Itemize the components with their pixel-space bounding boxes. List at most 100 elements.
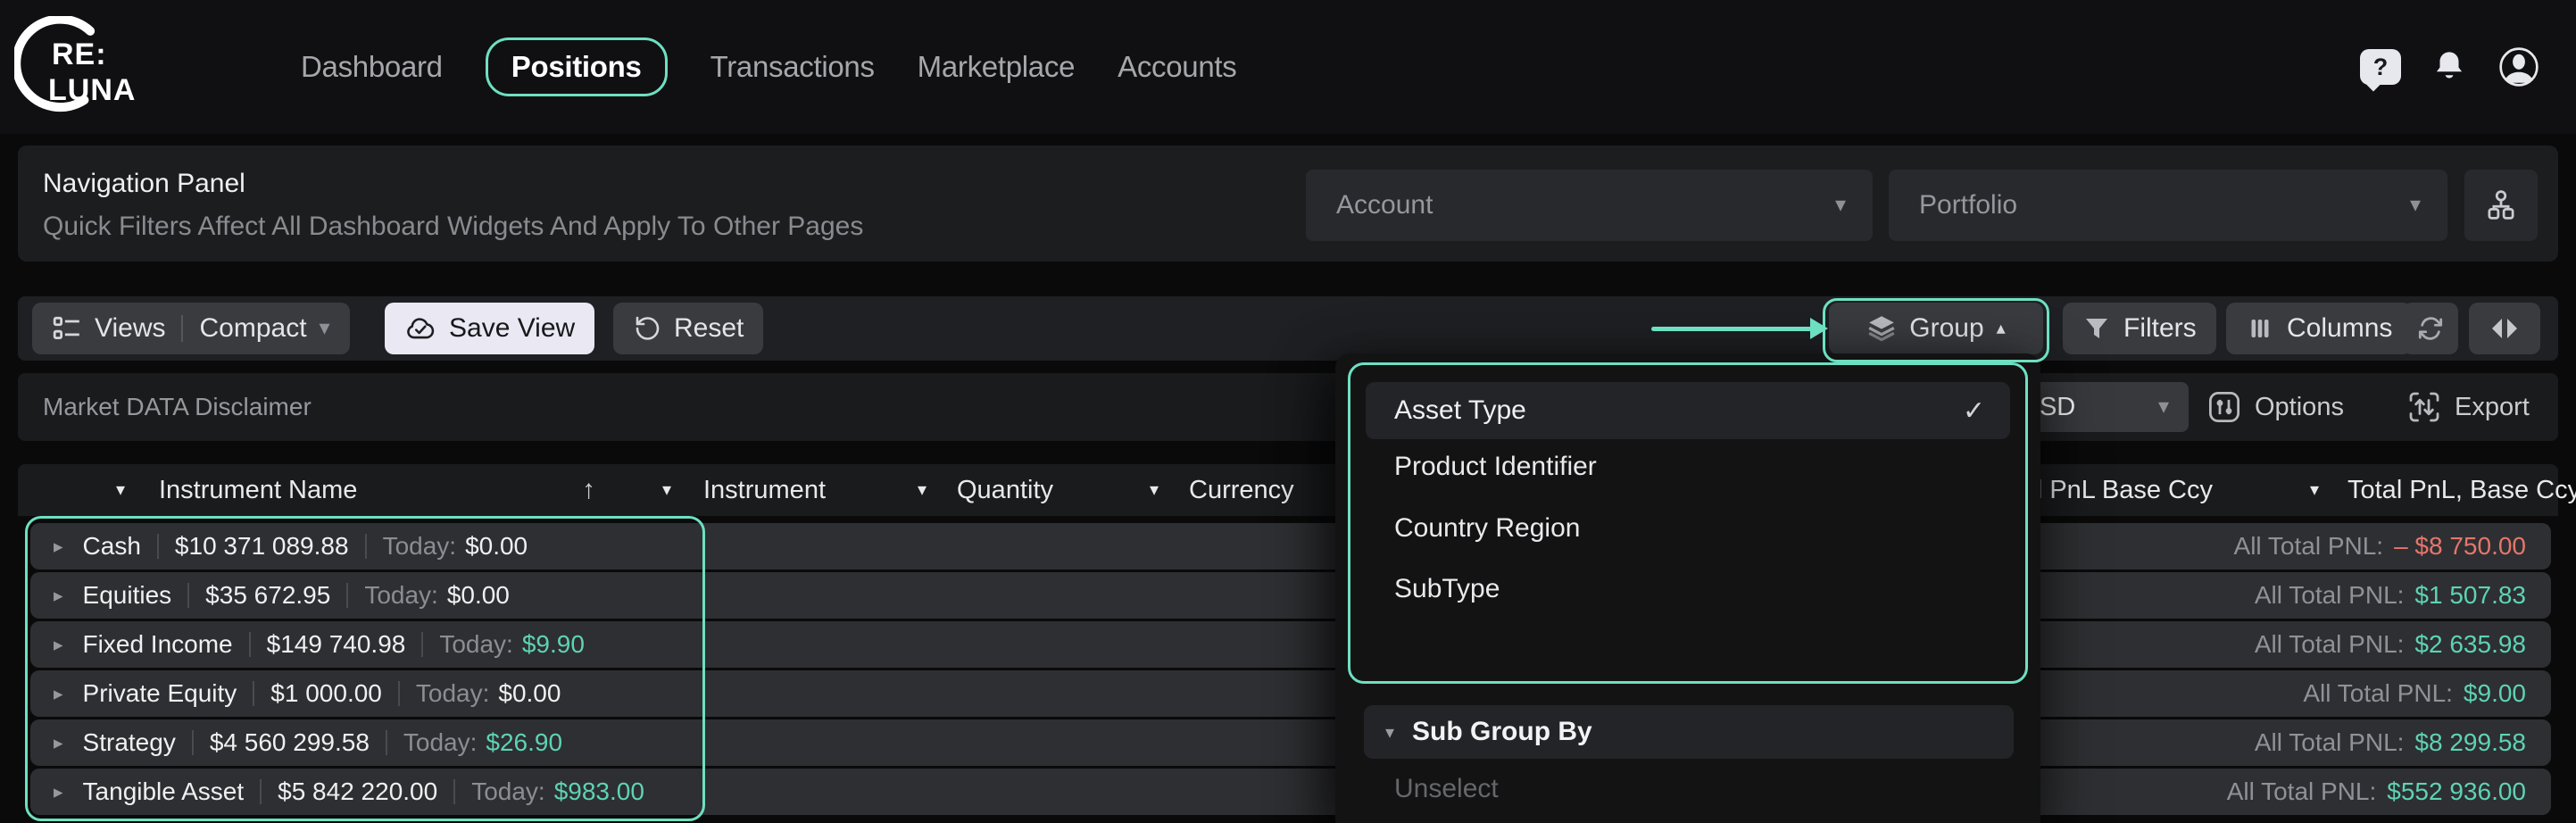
pagination-button[interactable] <box>2469 303 2540 354</box>
col-currency[interactable]: Currency <box>1189 464 1294 516</box>
divider <box>260 779 262 804</box>
view-mode-value: Compact <box>199 313 306 344</box>
today-label: Today: <box>403 728 478 757</box>
today-value: $0.00 <box>447 581 510 610</box>
divider <box>187 583 189 608</box>
group-button[interactable]: Group ▴ <box>1829 303 2043 354</box>
market-data-disclaimer[interactable]: Market DATA Disclaimer <box>43 373 312 441</box>
menu-item-asset-type[interactable]: Asset Type ✓ <box>1366 382 2010 439</box>
pnl-label: All Total PNL: <box>2234 532 2384 561</box>
group-summary: ▸ Tangible Asset $5 842 220.00 Today: $9… <box>30 769 644 815</box>
group-value: $149 740.98 <box>267 630 406 659</box>
views-compact-button[interactable]: Views Compact ▾ <box>32 303 350 354</box>
nav-dashboard[interactable]: Dashboard <box>301 50 443 84</box>
group-name: Strategy <box>83 728 176 757</box>
avatar-icon[interactable] <box>2497 46 2540 88</box>
pnl-value: $552 936.00 <box>2387 777 2526 806</box>
column-menu-caret[interactable]: ▾ <box>1150 464 1159 516</box>
pnl-summary: All Total PNL: – $8 750.00 <box>2234 523 2526 569</box>
group-summary: ▸ Fixed Income $149 740.98 Today: $9.90 <box>30 621 585 668</box>
divider <box>365 534 367 559</box>
export-label: Export <box>2455 393 2530 422</box>
table-row[interactable]: ▸ Cash $10 371 089.88 Today: $0.00 All T… <box>30 523 2551 569</box>
account-select[interactable]: Account ▾ <box>1306 170 1873 241</box>
table-row[interactable]: ▸ Private Equity $1 000.00 Today: $0.00 … <box>30 670 2551 717</box>
divider <box>181 315 183 342</box>
group-name: Private Equity <box>83 679 237 708</box>
expand-caret-icon[interactable]: ▸ <box>54 585 63 607</box>
menu-item-unselect[interactable]: Unselect <box>1394 769 1499 809</box>
chevron-down-icon: ▾ <box>2410 195 2421 216</box>
col-total-pnl-base-2[interactable]: Total PnL, Base Ccy <box>2347 464 2576 516</box>
chevron-down-icon: ▾ <box>320 318 330 339</box>
nav-marketplace[interactable]: Marketplace <box>918 50 1075 84</box>
expand-caret-icon[interactable]: ▸ <box>54 536 63 558</box>
menu-item-label: Asset Type <box>1394 382 1526 439</box>
table-row[interactable]: ▸ Strategy $4 560 299.58 Today: $26.90 A… <box>30 719 2551 766</box>
menu-item-product-identifier[interactable]: Product Identifier <box>1394 447 1597 486</box>
views-label: Views <box>95 313 165 344</box>
divider <box>346 583 348 608</box>
table-row[interactable]: ▸ Fixed Income $149 740.98 Today: $9.90 … <box>30 621 2551 668</box>
group-value: $1 000.00 <box>270 679 382 708</box>
col-quantity[interactable]: Quantity <box>957 464 1053 516</box>
today-label: Today: <box>416 679 490 708</box>
reset-button[interactable]: Reset <box>613 303 763 354</box>
col-instrument-name[interactable]: Instrument Name <box>159 464 357 516</box>
group-name: Cash <box>83 532 141 561</box>
funnel-icon <box>2082 314 2111 343</box>
expand-caret-icon[interactable]: ▸ <box>54 732 63 754</box>
divider <box>421 632 423 657</box>
layers-icon <box>1866 313 1897 344</box>
hierarchy-button[interactable] <box>2464 170 2538 241</box>
chevron-down-icon: ▾ <box>1835 195 1846 216</box>
expand-caret-icon[interactable]: ▸ <box>54 634 63 656</box>
today-value: $9.90 <box>522 630 585 659</box>
chevron-down-icon: ▾ <box>1385 721 1394 744</box>
options-button[interactable]: Options <box>2206 373 2344 441</box>
column-menu-caret[interactable]: ▾ <box>116 464 125 516</box>
panel-subtitle: Quick Filters Affect All Dashboard Widge… <box>43 212 863 242</box>
notifications-bell-icon[interactable] <box>2431 48 2467 86</box>
col-instrument[interactable]: Instrument <box>703 464 826 516</box>
expand-caret-icon[interactable]: ▸ <box>54 683 63 705</box>
refresh-button[interactable] <box>2403 303 2458 354</box>
pnl-label: All Total PNL: <box>2303 679 2453 708</box>
pnl-label: All Total PNL: <box>2227 777 2377 806</box>
check-icon: ✓ <box>1963 382 1985 439</box>
table-row[interactable]: ▸ Tangible Asset $5 842 220.00 Today: $9… <box>30 769 2551 815</box>
columns-button[interactable]: Columns <box>2226 303 2412 354</box>
question-glyph: ? <box>2373 54 2389 81</box>
column-menu-caret[interactable]: ▾ <box>662 464 671 516</box>
pnl-value: $8 299.58 <box>2414 728 2526 757</box>
positions-page: RE: LUNA Dashboard Positions Transaction… <box>0 0 2576 823</box>
menu-item-country-region[interactable]: Country Region <box>1394 509 1580 548</box>
pnl-summary: All Total PNL: $9.00 <box>2303 670 2526 717</box>
column-menu-caret[interactable]: ▾ <box>918 464 927 516</box>
nav-positions[interactable]: Positions <box>486 37 668 96</box>
table-row[interactable]: ▸ Equities $35 672.95 Today: $0.00 All T… <box>30 572 2551 619</box>
expand-caret-icon[interactable]: ▸ <box>54 781 63 803</box>
help-icon[interactable]: ? <box>2360 49 2401 85</box>
quick-filters-panel: Navigation Panel Quick Filters Affect Al… <box>18 145 2558 262</box>
filters-label: Filters <box>2123 313 2197 344</box>
group-summary: ▸ Cash $10 371 089.88 Today: $0.00 <box>30 523 528 569</box>
today-label: Today: <box>471 777 545 806</box>
pnl-summary: All Total PNL: $2 635.98 <box>2255 621 2526 668</box>
menu-item-subtype[interactable]: SubType <box>1394 569 1500 609</box>
pnl-value: $1 507.83 <box>2414 581 2526 610</box>
sub-group-by-header[interactable]: ▾ Sub Group By <box>1364 705 2014 759</box>
nav-transactions[interactable]: Transactions <box>710 50 875 84</box>
filters-button[interactable]: Filters <box>2063 303 2216 354</box>
today-label: Today: <box>439 630 513 659</box>
save-view-button[interactable]: Save View <box>385 303 594 354</box>
column-menu-caret[interactable]: ▾ <box>2310 464 2319 516</box>
portfolio-select[interactable]: Portfolio ▾ <box>1889 170 2447 241</box>
nav-accounts[interactable]: Accounts <box>1118 50 1236 84</box>
reset-label: Reset <box>674 313 744 344</box>
pnl-value: $2 635.98 <box>2414 630 2526 659</box>
export-button[interactable]: Export <box>2406 373 2530 441</box>
market-data-strip: Market DATA Disclaimer USD ▾ Options <box>18 373 2558 441</box>
chevron-up-icon: ▴ <box>1997 320 2006 337</box>
brand-logo[interactable]: RE: LUNA <box>14 7 166 125</box>
